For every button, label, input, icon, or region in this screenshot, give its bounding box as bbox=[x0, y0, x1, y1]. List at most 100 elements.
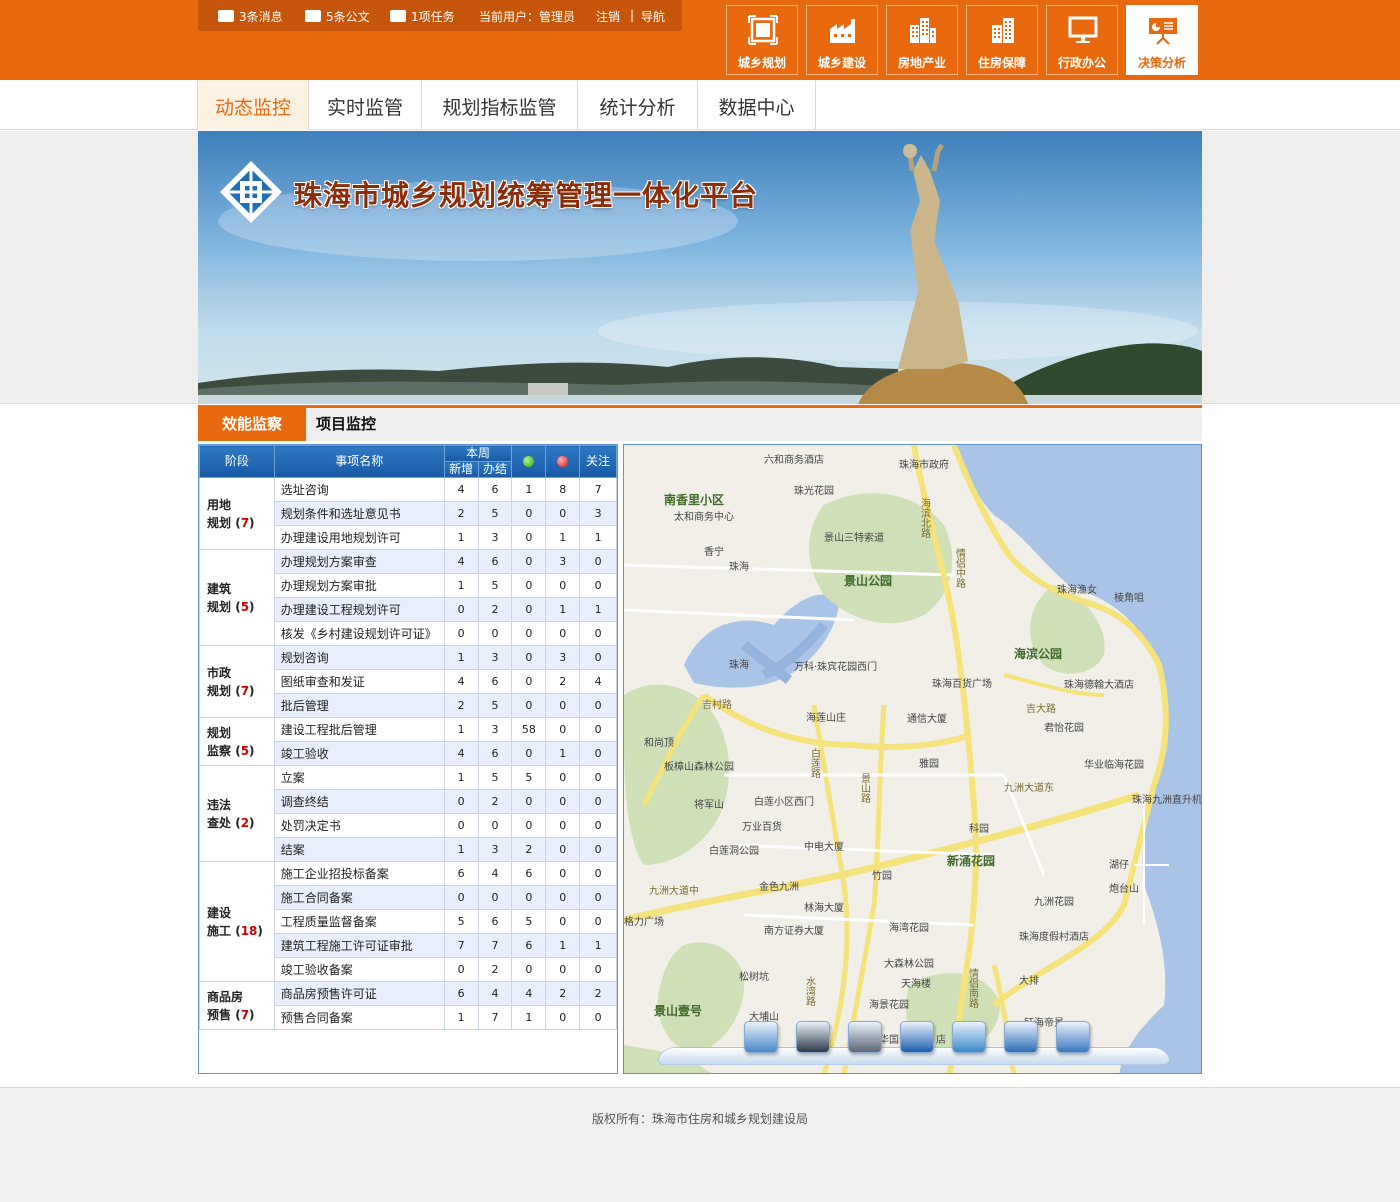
map-label[interactable]: 情侣中路 bbox=[954, 547, 966, 589]
table-row[interactable]: 规划 监察 (5) 建设工程批后管理 1 3 58 0 0 bbox=[199, 717, 617, 766]
item-name-cell[interactable]: 立案 bbox=[273, 765, 445, 790]
item-name-cell[interactable]: 竣工验收备案 bbox=[273, 957, 445, 982]
tab-data-center[interactable]: 数据中心 bbox=[698, 80, 816, 130]
map-label[interactable]: 水湾路 bbox=[804, 976, 816, 1007]
map-label[interactable]: 珠海德翰大酒店 bbox=[1064, 678, 1134, 691]
map-label[interactable]: 竹园 bbox=[872, 869, 892, 882]
map-label[interactable]: 格力广场 bbox=[624, 915, 664, 928]
map-label[interactable]: 珠海渔女 bbox=[1057, 583, 1097, 596]
map-label[interactable]: 白莲路 bbox=[809, 747, 821, 779]
item-name-cell[interactable]: 建设工程批后管理 bbox=[273, 717, 445, 742]
map-label[interactable]: 香宁 bbox=[704, 545, 724, 558]
map-label[interactable]: 海滨公园 bbox=[1014, 646, 1062, 661]
item-name-cell[interactable]: 调查终结 bbox=[273, 789, 445, 814]
map-label[interactable]: 通信大厦 bbox=[907, 712, 947, 725]
item-name-cell[interactable]: 选址咨询 bbox=[273, 477, 445, 502]
messages-link[interactable]: 3条消息 bbox=[218, 8, 283, 25]
table-row[interactable]: 违法 查处 (2) 立案 1 5 5 0 0 bbox=[199, 765, 617, 862]
documents-link[interactable]: 5条公文 bbox=[305, 8, 370, 25]
item-name-cell[interactable]: 办理规划方案审批 bbox=[273, 573, 445, 598]
table-row[interactable]: 市政 规划 (7) 规划咨询 1 3 0 3 0 bbox=[199, 645, 617, 718]
nav-link[interactable]: 导航 bbox=[641, 8, 665, 25]
map-label[interactable]: 板樟山森林公园 bbox=[664, 760, 734, 773]
map-label[interactable]: 景山壹号 bbox=[654, 1003, 702, 1018]
map-label[interactable]: 天海楼 bbox=[901, 977, 931, 990]
map-label[interactable]: 景山公园 bbox=[844, 573, 892, 588]
item-name-cell[interactable]: 图纸审查和发证 bbox=[273, 669, 445, 694]
map-label[interactable]: 吉大路 bbox=[1026, 702, 1056, 715]
map-label[interactable]: 海湾花园 bbox=[889, 921, 929, 934]
item-name-cell[interactable]: 商品房预售许可证 bbox=[273, 981, 445, 1006]
map-label[interactable]: 和尚顶 bbox=[644, 736, 674, 749]
map-label[interactable]: 情侣南路 bbox=[967, 967, 979, 1009]
save-icon[interactable] bbox=[900, 1021, 934, 1053]
measure-icon[interactable] bbox=[1004, 1021, 1038, 1053]
tab-planning-index[interactable]: 规划指标监管 bbox=[422, 80, 578, 130]
map-label[interactable]: 中电大厦 bbox=[804, 840, 844, 853]
map-label[interactable]: 万科·珠宾花园西门 bbox=[794, 660, 877, 673]
map-label[interactable]: 海滨北路 bbox=[919, 497, 931, 539]
map-label[interactable]: 君怡花园 bbox=[1044, 721, 1084, 734]
item-name-cell[interactable]: 预售合同备案 bbox=[273, 1005, 445, 1030]
table-row[interactable]: 商品房 预售 (7) 商品房预售许可证 6 4 4 2 2 bbox=[199, 981, 617, 1030]
map-label[interactable]: 白莲小区西门 bbox=[754, 795, 814, 808]
table-row[interactable]: 建筑 规划 (5) 办理规划方案审查 4 6 0 3 0 bbox=[199, 549, 617, 646]
printer-icon[interactable] bbox=[848, 1021, 882, 1053]
fullscreen-icon[interactable] bbox=[952, 1021, 986, 1053]
item-name-cell[interactable]: 核发《乡村建设规划许可证》 bbox=[273, 621, 445, 646]
layers-icon[interactable] bbox=[744, 1021, 778, 1053]
tab-efficiency-supervision[interactable]: 效能监察 bbox=[198, 408, 306, 441]
item-name-cell[interactable]: 批后管理 bbox=[273, 693, 445, 718]
logout-link[interactable]: 注销 bbox=[596, 8, 620, 25]
map-label[interactable]: 棱角咀 bbox=[1114, 591, 1144, 604]
map-label[interactable]: 吉村路 bbox=[702, 698, 732, 711]
item-name-cell[interactable]: 办理建设用地规划许可 bbox=[273, 525, 445, 550]
map-label[interactable]: 景山路 bbox=[859, 773, 871, 804]
item-name-cell[interactable]: 处罚决定书 bbox=[273, 813, 445, 838]
map-label[interactable]: 海莲山庄 bbox=[806, 711, 846, 724]
map-label[interactable]: 松树坑 bbox=[739, 970, 769, 983]
map-label[interactable]: 九洲大道中 bbox=[649, 884, 699, 897]
chart-icon[interactable] bbox=[1056, 1021, 1090, 1053]
item-name-cell[interactable]: 建筑工程施工许可证审批 bbox=[273, 933, 445, 958]
tab-statistics[interactable]: 统计分析 bbox=[578, 80, 698, 130]
map-label[interactable]: 白莲洞公园 bbox=[709, 844, 759, 857]
map-label[interactable]: 将军山 bbox=[694, 799, 724, 811]
module-decision-analysis[interactable]: 决策分析 bbox=[1126, 5, 1198, 75]
table-row[interactable]: 用地 规划 (7) 选址咨询 4 6 1 8 7 bbox=[199, 477, 617, 550]
binoculars-icon[interactable] bbox=[796, 1021, 830, 1053]
tab-realtime-supervision[interactable]: 实时监管 bbox=[309, 80, 422, 130]
map-label[interactable]: 珠海度假村酒店 bbox=[1019, 930, 1089, 943]
map-label[interactable]: 九洲花园 bbox=[1034, 895, 1074, 908]
map-canvas[interactable]: 六和商务酒店 珠海市政府南香里小区珠光花园太和商务中心景山三特索道香宁珠海景山公园… bbox=[624, 445, 1202, 1074]
map-label[interactable]: 珠光花园 bbox=[794, 484, 834, 497]
map-label[interactable]: 湖仔 bbox=[1109, 859, 1129, 871]
item-name-cell[interactable]: 施工企业招投标备案 bbox=[273, 861, 445, 886]
table-row[interactable]: 建设 施工 (18) 施工企业招投标备案 6 4 6 0 0 bbox=[199, 861, 617, 982]
item-name-cell[interactable]: 规划咨询 bbox=[273, 645, 445, 670]
map-label[interactable]: 金色九洲 bbox=[759, 880, 799, 893]
map-label[interactable]: 炮台山 bbox=[1109, 882, 1139, 895]
item-name-cell[interactable]: 规划条件和选址意见书 bbox=[273, 501, 445, 526]
map-label[interactable]: 万业百货 bbox=[742, 820, 782, 833]
tasks-link[interactable]: 1项任务 bbox=[390, 8, 455, 25]
module-urban-planning[interactable]: 城乡规划 bbox=[726, 5, 798, 75]
map-label[interactable]: 珠海市政府 bbox=[899, 458, 949, 471]
module-admin-office[interactable]: 行政办公 bbox=[1046, 5, 1118, 75]
map-label[interactable]: 珠海 bbox=[729, 658, 749, 671]
tab-dynamic-monitoring[interactable]: 动态监控 bbox=[197, 80, 309, 130]
map-label[interactable]: 珠海百货广场 bbox=[932, 677, 992, 690]
map-label[interactable]: 太和商务中心 bbox=[674, 510, 734, 523]
map-label[interactable]: 珠海 bbox=[729, 560, 749, 573]
map-label[interactable]: 新涌花园 bbox=[947, 853, 995, 868]
item-name-cell[interactable]: 办理建设工程规划许可 bbox=[273, 597, 445, 622]
item-name-cell[interactable]: 结案 bbox=[273, 837, 445, 862]
map-label[interactable]: 景山三特索道 bbox=[824, 531, 884, 544]
item-name-cell[interactable]: 办理规划方案审查 bbox=[273, 549, 445, 574]
map-label[interactable]: 珠海九洲直升机场 bbox=[1132, 793, 1202, 806]
map-label[interactable]: 林海大厦 bbox=[804, 901, 844, 914]
module-urban-construction[interactable]: 城乡建设 bbox=[806, 5, 878, 75]
item-name-cell[interactable]: 竣工验收 bbox=[273, 741, 445, 766]
map-label[interactable]: 大森林公园 bbox=[884, 957, 934, 970]
tab-project-monitoring[interactable]: 项目监控 bbox=[316, 408, 406, 441]
